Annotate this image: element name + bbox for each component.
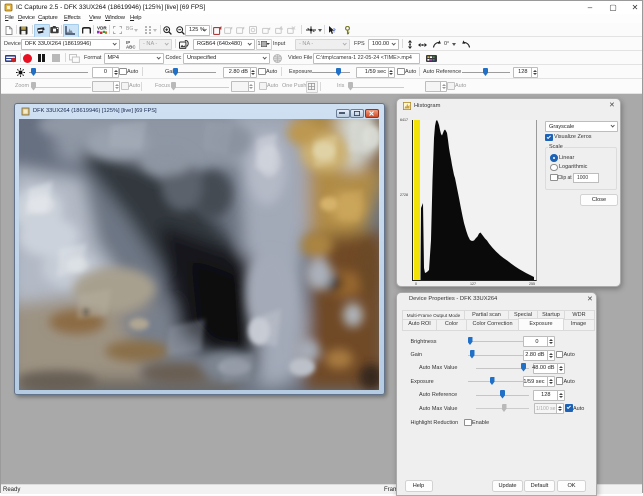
svg-text:VDR: VDR [97, 26, 107, 31]
svg-text:ABC: ABC [126, 44, 136, 48]
svg-text:?: ? [333, 27, 336, 34]
